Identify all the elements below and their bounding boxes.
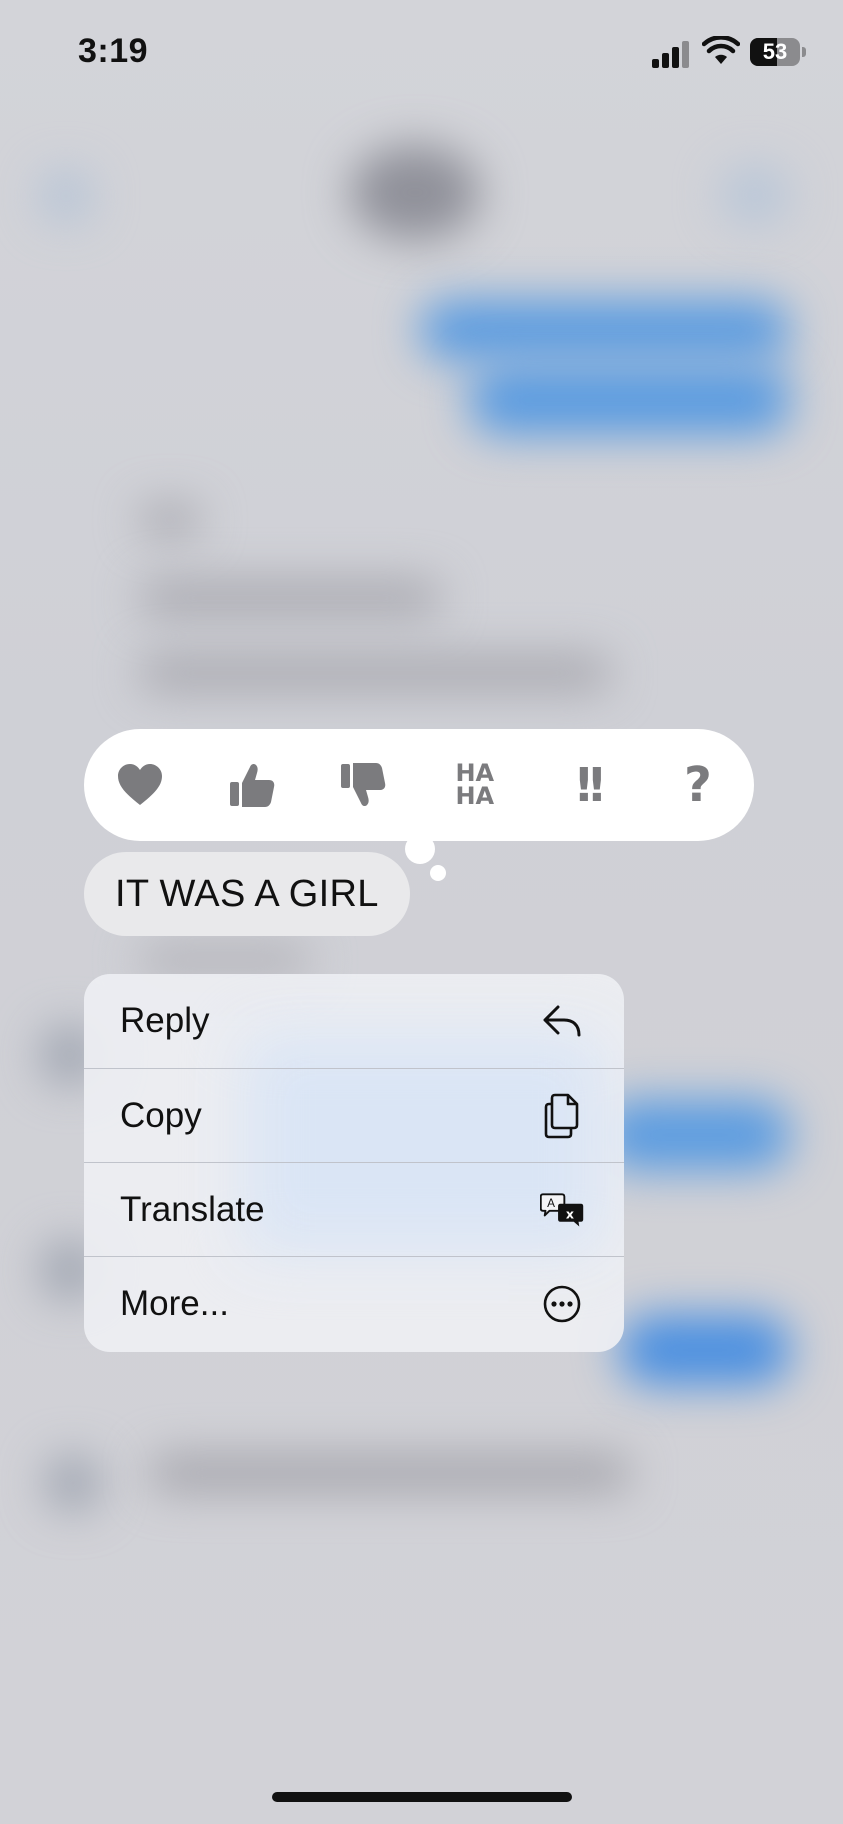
menu-item-reply[interactable]: Reply [84,974,624,1068]
blurred-received-text [140,655,610,691]
status-time: 3:19 [78,32,149,70]
question-icon: ? [684,757,712,813]
menu-item-label: More... [120,1283,229,1323]
reaction-thumbs-up[interactable] [224,757,280,813]
home-indicator[interactable] [272,1792,572,1802]
message-context-menu: Reply Copy Translate A x More... [84,974,624,1352]
reply-arrow-icon [540,999,584,1043]
more-ellipsis-icon [540,1282,584,1326]
haha-line-2: HA [455,782,495,810]
thumbs-up-icon [229,763,274,807]
selected-message-bubble[interactable]: IT WAS A GIRL [84,852,410,936]
blurred-received-text [140,580,440,616]
reaction-thumbs-down[interactable] [335,757,391,813]
tapback-tail-small [430,865,446,881]
menu-item-label: Translate [120,1189,265,1229]
battery-icon: 53 [750,38,800,66]
status-bar: 3:19 53 [0,0,843,100]
blurred-received-text [150,1455,630,1491]
blurred-received-text [140,505,200,535]
reaction-heart[interactable] [112,757,168,813]
haha-icon: HA HA [455,761,495,810]
wifi-icon [702,36,740,64]
blurred-video-button [720,165,790,225]
blurred-sent-bubble [470,365,790,435]
reaction-haha[interactable]: HA HA [447,757,503,813]
double-exclamation-icon: !! [573,758,607,812]
heart-icon [118,764,162,805]
translate-icon: A x [540,1188,584,1232]
message-text: IT WAS A GIRL [115,872,379,915]
menu-item-more[interactable]: More... [84,1256,624,1350]
svg-text:A: A [547,1196,555,1209]
blurred-sent-bubble [620,1315,790,1385]
menu-item-label: Reply [120,1001,210,1040]
blurred-received-text [140,945,310,975]
blurred-contact-avatar [350,145,480,240]
battery-cap [802,47,806,57]
battery-percentage: 53 [762,39,788,64]
thumbs-down-icon [341,763,386,807]
svg-text:x: x [566,1206,574,1221]
blurred-sent-bubble [420,300,790,360]
blurred-sent-bubble [600,1100,790,1170]
cellular-signal-icon [652,40,692,68]
blurred-back-button [40,170,92,222]
menu-item-translate[interactable]: Translate A x [84,1162,624,1256]
menu-item-copy[interactable]: Copy [84,1068,624,1162]
menu-item-label: Copy [120,1095,202,1135]
reaction-emphasize[interactable]: !! [558,757,614,813]
blurred-avatar [45,1455,101,1511]
reaction-question[interactable]: ? [670,757,726,813]
copy-icon [540,1093,584,1138]
tapback-tail-large [405,834,435,864]
tapback-reaction-bar: HA HA !! ? [84,729,754,841]
